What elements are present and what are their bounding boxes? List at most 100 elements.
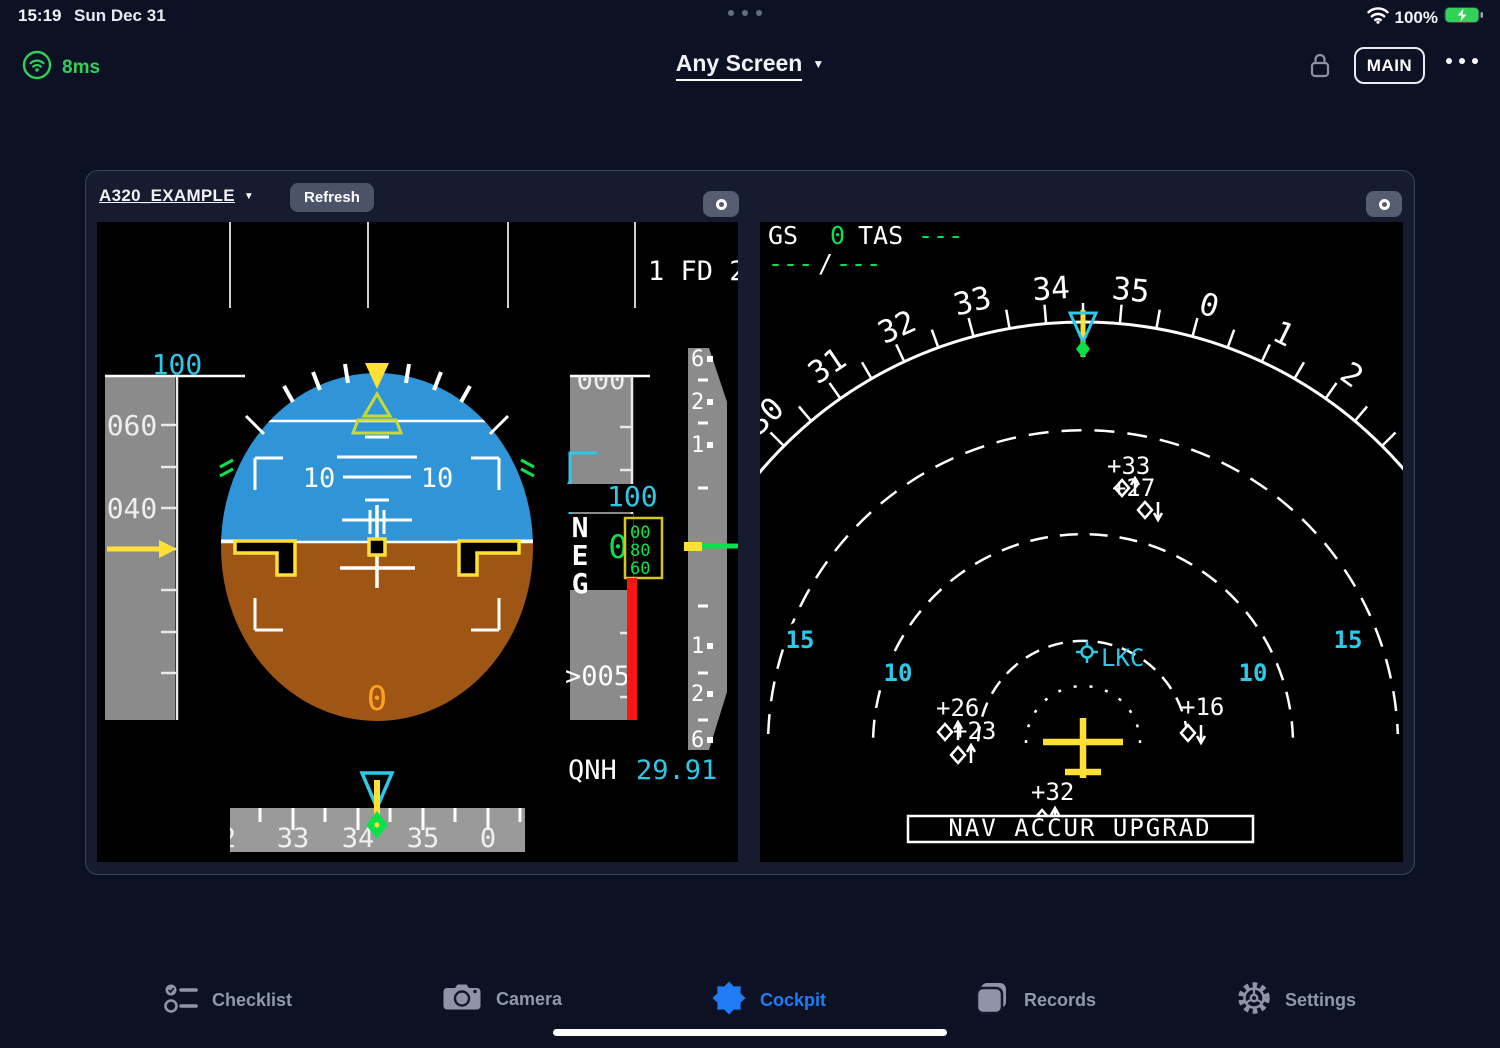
tab-checklist[interactable]: Checklist <box>163 980 292 1021</box>
roll-zero-label: 0 <box>367 679 387 719</box>
compass-number: 30 <box>760 390 791 442</box>
pfd-display: 1 FD 2 060 040 100 <box>97 222 738 862</box>
status-right-cluster: 100% <box>1367 5 1484 30</box>
nd-range-rings <box>768 430 1398 743</box>
tab-label: Checklist <box>212 990 292 1011</box>
speed-label: 040 <box>107 492 158 525</box>
traffic-diamond <box>938 724 952 740</box>
traffic-diamond <box>951 747 965 763</box>
range-label: 10 <box>1239 659 1268 687</box>
multitasking-dots-icon[interactable] <box>728 10 762 16</box>
alt-drum-digit: 00 <box>630 523 650 543</box>
tab-label: Settings <box>1285 990 1356 1011</box>
alt-red-ribbon <box>627 578 637 720</box>
cockpit-seal-icon <box>711 980 747 1021</box>
vs-scale: 6 2 1 1 2 6 <box>684 347 738 753</box>
alt-tape-mark: >005 <box>565 661 630 692</box>
ownship-symbol <box>1043 718 1123 778</box>
compass-number: 0 <box>1195 286 1223 326</box>
vs-label: 1 <box>691 433 704 458</box>
record-icon <box>1379 199 1390 210</box>
heading-label: 2 <box>220 823 236 854</box>
traffic-altitude-label: +27 <box>1112 474 1155 502</box>
nav-message-box: NAV ACCUR UPGRAD <box>908 814 1253 842</box>
heading-label: 33 <box>277 823 310 854</box>
camera-icon <box>443 980 483 1019</box>
qnh-label: QNH <box>568 755 617 786</box>
nav-message: NAV ACCUR UPGRAD <box>948 814 1211 842</box>
nd-compass-rose: 303132333435012 <box>760 270 1403 503</box>
compass-tick <box>1228 330 1234 348</box>
nd-record-button[interactable] <box>1366 191 1402 217</box>
traffic-altitude-label: +23 <box>953 717 996 745</box>
fd-mode-label: 1 FD 2 <box>648 256 738 287</box>
traffic-diamond <box>1138 502 1152 518</box>
range-label: 15 <box>1334 626 1363 654</box>
compass-number: 33 <box>950 280 995 324</box>
vs-label: 1 <box>691 634 704 659</box>
screen-selector[interactable]: Any Screen▼ <box>676 58 824 75</box>
traffic-altitude-label: +32 <box>1031 778 1074 806</box>
vs-label: 2 <box>691 682 704 707</box>
refresh-button[interactable]: Refresh <box>290 183 374 212</box>
tab-camera[interactable]: Camera <box>443 980 562 1019</box>
compass-tick <box>799 406 811 421</box>
battery-percent: 100% <box>1395 8 1438 28</box>
speed-label: 060 <box>107 409 158 442</box>
wind-separator: / <box>818 249 833 278</box>
pfd-bezel-lines <box>230 222 635 308</box>
heading-tape: 2 33 34 35 0 <box>220 773 525 854</box>
vs-label: 6 <box>691 728 704 753</box>
home-indicator[interactable] <box>553 1029 947 1036</box>
gs-label: GS <box>768 222 798 250</box>
tab-settings[interactable]: Settings <box>1236 980 1356 1021</box>
tab-label: Camera <box>496 989 562 1010</box>
alt-flag-letter: G <box>572 567 589 600</box>
gear-icon <box>1236 980 1272 1021</box>
profile-selector[interactable]: A320_EXAMPLE ▼ <box>99 186 254 206</box>
pitch-label: 10 <box>303 463 336 494</box>
record-icon <box>716 199 727 210</box>
attitude-indicator: 10 10 <box>220 363 534 722</box>
screen-title[interactable]: Any Screen <box>676 50 803 81</box>
gs-value: 0 <box>830 222 845 250</box>
qnh-value: 29.91 <box>636 755 717 786</box>
wifi-icon <box>1367 7 1389 29</box>
alt-drum-digit: 60 <box>630 559 650 579</box>
alt-drum-digit: 80 <box>630 541 650 561</box>
heading-label: 35 <box>407 823 440 854</box>
vs-label: 2 <box>691 390 704 415</box>
tab-records[interactable]: Records <box>975 980 1096 1021</box>
compass-tick <box>862 362 872 378</box>
compass-tick <box>1355 406 1367 421</box>
status-date: Sun Dec 31 <box>74 6 166 26</box>
nd-display: 303132333435012 15 10 10 15 LKC +33+27+2… <box>760 222 1403 862</box>
compass-tick <box>1382 432 1395 445</box>
tab-cockpit[interactable]: Cockpit <box>711 980 826 1021</box>
traffic-diamond <box>1181 725 1195 741</box>
compass-tick <box>1295 362 1305 378</box>
compass-number: 34 <box>1031 270 1071 309</box>
more-menu-icon[interactable] <box>1446 58 1478 64</box>
compass-tick <box>932 330 938 348</box>
range-label: 10 <box>884 659 913 687</box>
waypoint-symbol <box>1076 641 1098 663</box>
vs-needle-base <box>684 542 702 551</box>
compass-number: 35 <box>1110 271 1151 311</box>
lock-icon[interactable] <box>1309 51 1331 84</box>
main-button[interactable]: MAIN <box>1354 47 1425 84</box>
profile-name[interactable]: A320_EXAMPLE <box>99 186 235 206</box>
tas-label: TAS <box>858 222 903 250</box>
compass-number: 31 <box>802 341 853 392</box>
checklist-icon <box>163 980 199 1021</box>
status-time: 15:19 <box>18 6 61 26</box>
waypoint-label: LKC <box>1101 644 1144 672</box>
records-icon <box>975 980 1011 1021</box>
battery-icon <box>1444 5 1484 30</box>
wind-direction: --- <box>768 249 813 278</box>
tab-label: Cockpit <box>760 990 826 1011</box>
pfd-record-button[interactable] <box>703 191 739 217</box>
chevron-down-icon: ▼ <box>244 191 254 202</box>
alt-tape-top: 000 <box>577 365 626 396</box>
compass-number: 2 <box>1333 355 1369 395</box>
